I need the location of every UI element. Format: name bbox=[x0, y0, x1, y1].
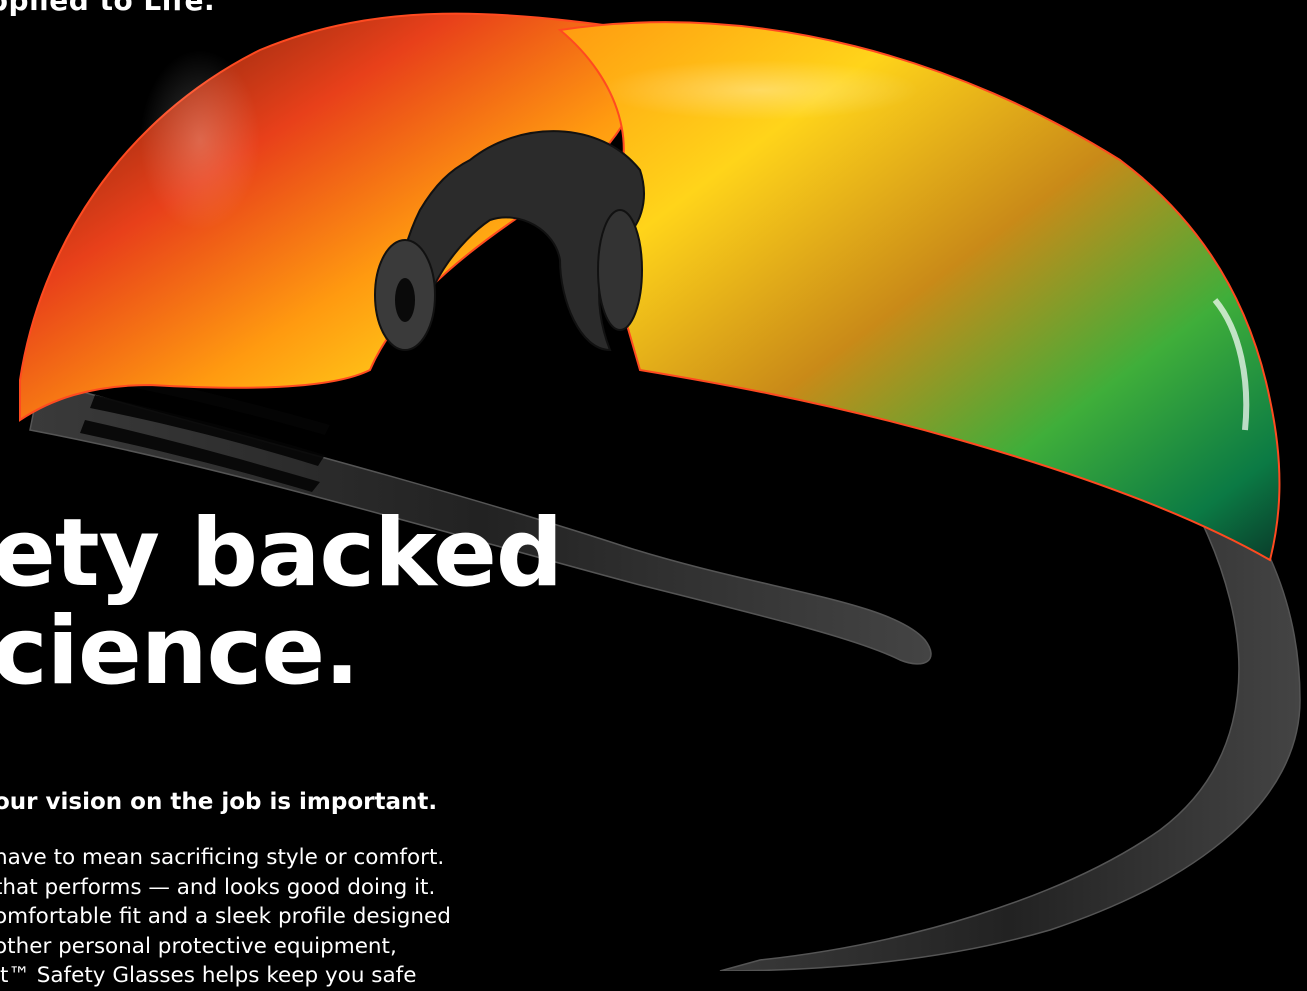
body-line: that performs — and looks good doing it. bbox=[0, 874, 436, 900]
body-line: omfortable fit and a sleek profile desig… bbox=[0, 904, 451, 929]
headline-line-1: ety backed bbox=[0, 499, 563, 608]
body-line: it™ Safety Glasses helps keep you safe bbox=[0, 963, 417, 988]
brand-tagline: pplied to Life. bbox=[0, 0, 216, 17]
body-copy: have to mean sacrificing style or comfor… bbox=[0, 843, 451, 991]
body-line: have to mean sacrificing style or comfor… bbox=[0, 845, 445, 870]
safety-glasses-icon bbox=[19, 12, 1301, 971]
body-line: other personal protective equipment, bbox=[0, 933, 397, 959]
headline: ety backed cience. bbox=[0, 499, 563, 706]
hero-section: pplied to Life. ety backed cience. our v… bbox=[0, 0, 1307, 988]
headline-line-2: cience. bbox=[0, 597, 360, 706]
subheadline: our vision on the job is important. bbox=[0, 789, 438, 815]
